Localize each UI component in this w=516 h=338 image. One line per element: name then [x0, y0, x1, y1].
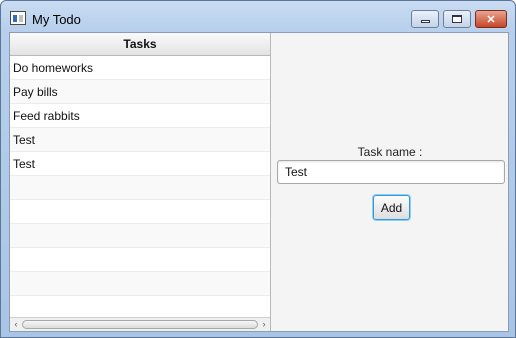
table-row[interactable]: Pay bills [10, 80, 270, 104]
close-icon: ✕ [486, 13, 496, 26]
maximize-button[interactable] [443, 10, 471, 28]
add-button[interactable]: Add [373, 195, 410, 220]
scroll-left-icon[interactable]: ‹ [11, 319, 21, 330]
tasks-table[interactable]: Tasks Do homeworks Pay bills Feed rabbit… [10, 33, 271, 331]
table-row[interactable] [10, 176, 270, 200]
tasks-column-header[interactable]: Tasks [10, 33, 270, 56]
content-area: Tasks Do homeworks Pay bills Feed rabbit… [9, 32, 509, 332]
minimize-icon [420, 20, 430, 23]
close-button[interactable]: ✕ [475, 10, 507, 28]
table-row[interactable]: Test [10, 128, 270, 152]
add-task-form: Task name : Add [272, 33, 508, 331]
table-row[interactable]: Feed rabbits [10, 104, 270, 128]
task-name-label: Task name : [357, 145, 423, 159]
scroll-right-icon[interactable]: › [259, 319, 269, 330]
table-row[interactable]: Test [10, 152, 270, 176]
table-row[interactable] [10, 272, 270, 296]
app-icon [10, 11, 26, 25]
app-window: My Todo ✕ Tasks Do homeworks Pay bills F… [0, 0, 516, 338]
horizontal-scrollbar[interactable]: ‹ › [10, 317, 270, 331]
table-row[interactable]: Do homeworks [10, 56, 270, 80]
scroll-thumb[interactable] [22, 320, 258, 329]
minimize-button[interactable] [411, 10, 439, 28]
title-bar[interactable]: My Todo ✕ [1, 1, 515, 32]
window-title: My Todo [32, 12, 81, 27]
table-row[interactable] [10, 200, 270, 224]
table-row[interactable] [10, 248, 270, 272]
maximize-icon [452, 15, 462, 23]
task-name-input[interactable] [277, 160, 505, 184]
table-row[interactable] [10, 224, 270, 248]
